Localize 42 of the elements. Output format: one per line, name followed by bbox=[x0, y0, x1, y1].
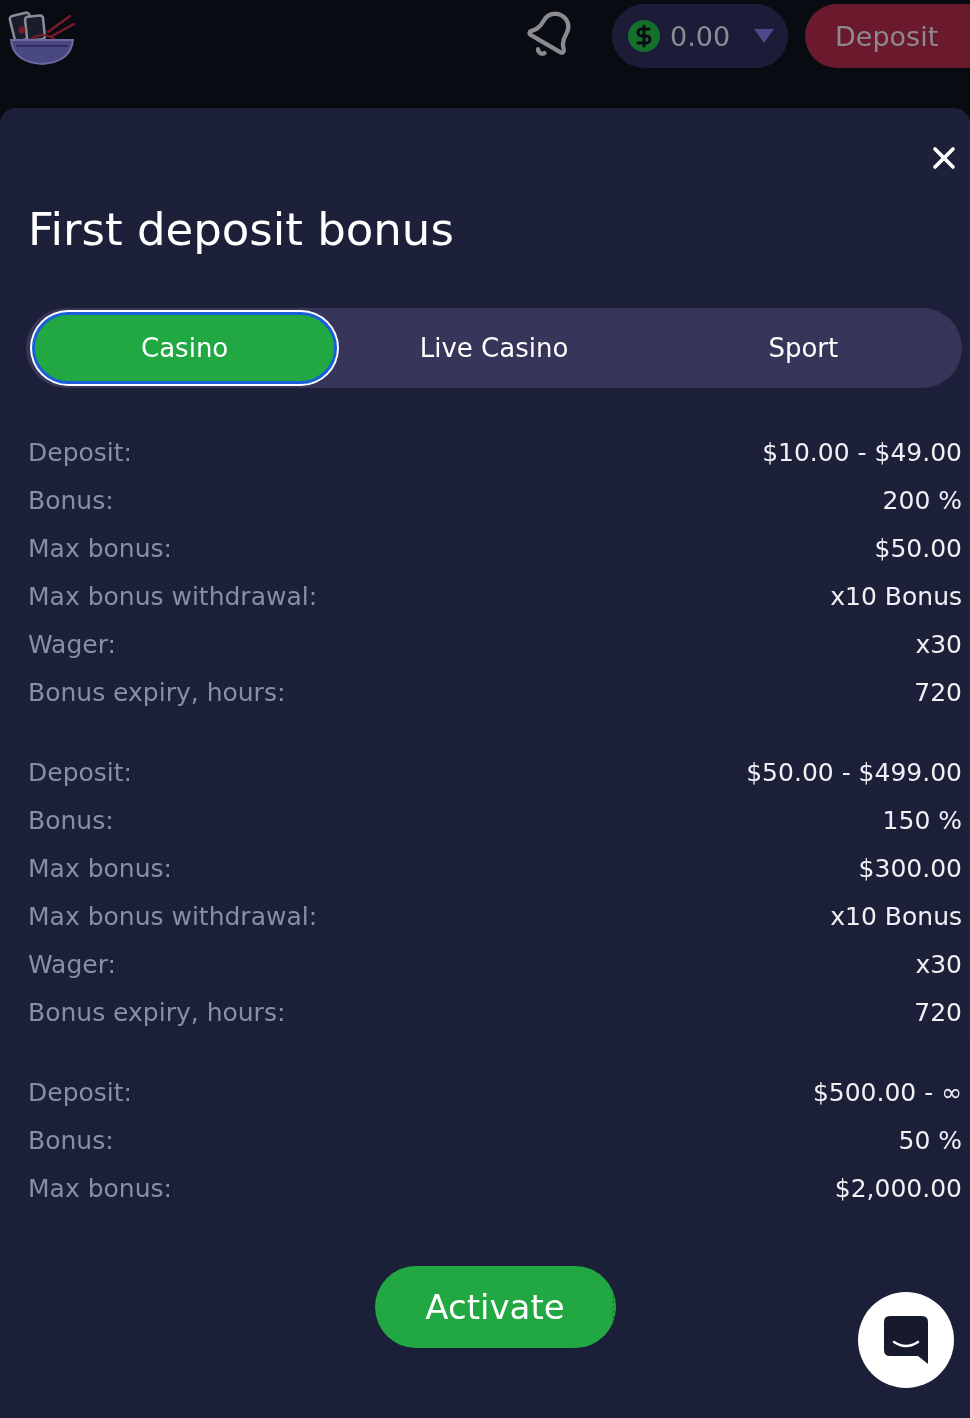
term-value: $2,000.00 bbox=[834, 1173, 962, 1203]
caret-icon bbox=[754, 29, 774, 43]
term-label: Max bonus: bbox=[28, 533, 172, 563]
deposit-button[interactable]: Deposit bbox=[805, 4, 970, 68]
term-label: Max bonus: bbox=[28, 853, 172, 883]
term-label: Bonus: bbox=[28, 1125, 114, 1155]
term-value: $500.00 - ∞ bbox=[812, 1077, 962, 1107]
term-label: Max bonus withdrawal: bbox=[28, 901, 318, 931]
term-label: Deposit: bbox=[28, 1077, 132, 1107]
balance-amount: 0.00 bbox=[670, 20, 732, 52]
term-value: 150 % bbox=[882, 805, 962, 835]
term-label: Wager: bbox=[28, 629, 116, 659]
tab[interactable]: Live Casino bbox=[341, 312, 647, 384]
term-label: Deposit: bbox=[28, 437, 132, 467]
term-label: Bonus expiry, hours: bbox=[28, 677, 286, 707]
term-value: $10.00 - $49.00 bbox=[762, 437, 962, 467]
term-label: Max bonus: bbox=[28, 1173, 172, 1203]
term-value: x30 bbox=[915, 949, 962, 979]
term-value: $50.00 - $499.00 bbox=[746, 757, 962, 787]
term-value: $50.00 bbox=[874, 533, 962, 563]
term-value: 50 % bbox=[898, 1125, 962, 1155]
balance-dropdown[interactable]: 0.00 bbox=[612, 4, 788, 68]
modal-title: First deposit bonus bbox=[28, 202, 455, 258]
term-value: 200 % bbox=[882, 485, 962, 515]
chat-icon bbox=[884, 1316, 928, 1364]
term-value: $300.00 bbox=[858, 853, 962, 883]
term-value: x10 Bonus bbox=[830, 581, 962, 611]
activate-button[interactable]: Activate bbox=[374, 1266, 616, 1348]
bowl-logo[interactable] bbox=[8, 10, 76, 66]
term-label: Wager: bbox=[28, 949, 116, 979]
term-value: 720 bbox=[914, 997, 962, 1027]
term-value: 720 bbox=[914, 677, 962, 707]
term-label: Bonus: bbox=[28, 485, 114, 515]
term-label: Max bonus withdrawal: bbox=[28, 581, 318, 611]
tab[interactable]: Sport bbox=[650, 312, 956, 384]
term-label: Bonus expiry, hours: bbox=[28, 997, 286, 1027]
dollar-coin-icon bbox=[628, 20, 660, 52]
term-label: Bonus: bbox=[28, 805, 114, 835]
tab[interactable]: Casino bbox=[32, 312, 338, 384]
term-label: Deposit: bbox=[28, 757, 132, 787]
term-value: x30 bbox=[915, 629, 962, 659]
term-value: x10 Bonus bbox=[830, 901, 962, 931]
